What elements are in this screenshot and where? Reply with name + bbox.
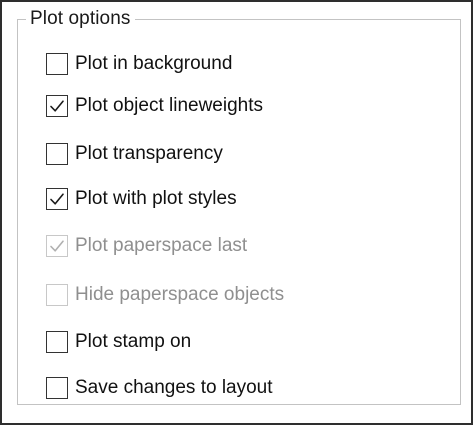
- plot-with-plot-styles-checkbox[interactable]: [46, 188, 68, 210]
- plot-options-panel: Plot options Plot in background Plot obj…: [0, 0, 473, 425]
- hide-paperspace-objects-checkbox: [46, 284, 68, 306]
- option-label: Hide paperspace objects: [75, 284, 285, 305]
- option-label: Plot paperspace last: [75, 235, 248, 256]
- checkmark-icon: [50, 100, 64, 112]
- option-plot-paperspace-last: Plot paperspace last: [46, 232, 247, 260]
- plot-paperspace-last-checkbox: [46, 235, 68, 257]
- option-plot-with-plot-styles[interactable]: Plot with plot styles: [46, 185, 237, 213]
- option-save-changes-to-layout[interactable]: Save changes to layout: [46, 374, 273, 402]
- group-title: Plot options: [26, 8, 135, 30]
- checkmark-icon: [50, 240, 64, 252]
- save-changes-to-layout-checkbox[interactable]: [46, 377, 68, 399]
- option-plot-object-lineweights[interactable]: Plot object lineweights: [46, 92, 263, 120]
- option-plot-transparency[interactable]: Plot transparency: [46, 140, 223, 168]
- option-plot-stamp-on[interactable]: Plot stamp on: [46, 328, 191, 356]
- option-label: Plot stamp on: [75, 331, 192, 352]
- option-label: Plot with plot styles: [75, 188, 237, 209]
- plot-stamp-on-checkbox[interactable]: [46, 331, 68, 353]
- checkmark-icon: [50, 193, 64, 205]
- option-plot-in-background[interactable]: Plot in background: [46, 50, 232, 78]
- option-hide-paperspace-objects: Hide paperspace objects: [46, 281, 284, 309]
- option-label: Plot transparency: [75, 143, 223, 164]
- plot-object-lineweights-checkbox[interactable]: [46, 95, 68, 117]
- option-label: Plot in background: [75, 53, 233, 74]
- plot-transparency-checkbox[interactable]: [46, 143, 68, 165]
- plot-in-background-checkbox[interactable]: [46, 53, 68, 75]
- option-label: Save changes to layout: [75, 377, 273, 398]
- option-label: Plot object lineweights: [75, 95, 263, 116]
